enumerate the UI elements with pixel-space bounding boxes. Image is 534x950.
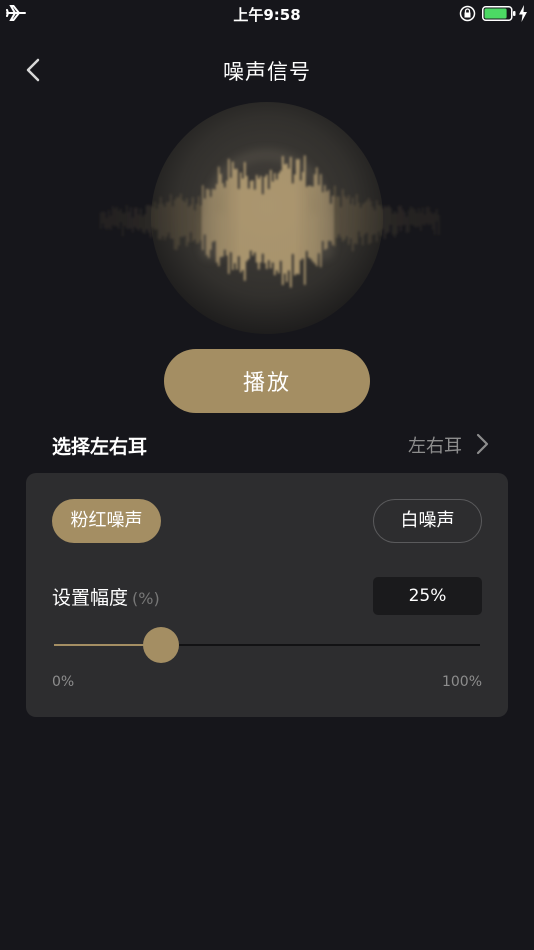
- amplitude-unit: (%): [132, 589, 160, 608]
- status-bar: 上午9:58: [0, 0, 534, 28]
- slider-min-label: 0%: [52, 674, 75, 690]
- orientation-lock-icon: [459, 5, 476, 22]
- ear-select-value: 左右耳: [408, 436, 462, 457]
- white-noise-button[interactable]: 白噪声: [373, 499, 482, 543]
- headphones-waveform-icon: [100, 102, 440, 334]
- amplitude-slider[interactable]: [54, 625, 480, 665]
- play-button[interactable]: 播放: [164, 349, 370, 413]
- amplitude-label-text: 设置幅度: [52, 587, 129, 609]
- ear-select-label: 选择左右耳: [52, 436, 148, 458]
- slider-thumb[interactable]: [142, 627, 179, 663]
- chevron-right-icon: [476, 433, 489, 455]
- amplitude-label: 设置幅度 (%): [52, 583, 160, 610]
- screen: 上午9:58 噪声信号 播放 选择左右耳 左右耳 粉红噪声 白噪声 设置幅度 (…: [0, 0, 534, 950]
- ear-select-row[interactable]: 选择左右耳 左右耳: [0, 424, 534, 464]
- battery-icon: [482, 6, 516, 21]
- slider-max-label: 100%: [441, 674, 482, 690]
- page-title: 噪声信号: [223, 60, 311, 84]
- amplitude-value-field[interactable]: 25%: [373, 577, 482, 615]
- nav-bar: 噪声信号: [0, 48, 534, 92]
- noise-settings-panel: 粉红噪声 白噪声 设置幅度 (%) 25% 0% 100%: [26, 473, 508, 717]
- charging-bolt-icon: [519, 5, 527, 22]
- pink-noise-button[interactable]: 粉红噪声: [52, 499, 161, 543]
- status-time: 上午9:58: [233, 6, 301, 24]
